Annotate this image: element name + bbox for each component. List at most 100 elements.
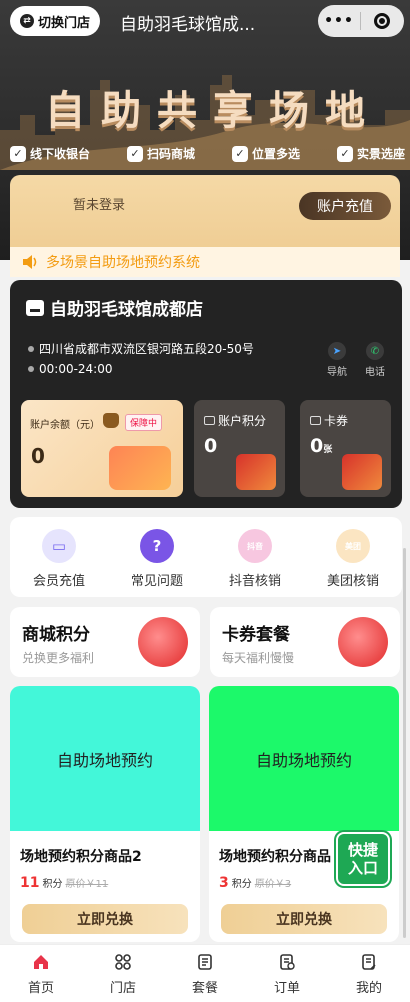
scrollbar[interactable] (403, 548, 406, 938)
target-close-icon[interactable] (361, 13, 403, 29)
promo-title: 商城积分 (22, 625, 90, 645)
points-price: 11 (20, 875, 40, 891)
points-label: 账户积分 (204, 412, 266, 429)
coupons-label-text: 卡券 (324, 414, 349, 428)
check-icon: ✓ (336, 145, 353, 162)
meituan-icon: 美团 (336, 529, 370, 563)
redeem-button[interactable]: 立即兑换 (22, 904, 188, 934)
navigate-button[interactable]: ➤ 导航 (322, 342, 352, 378)
original-price: 原价￥3 (254, 879, 292, 890)
tab-profile-doc[interactable]: 我的 (328, 945, 410, 1002)
tab-label: 我的 (355, 981, 382, 996)
red-packet-image (138, 617, 188, 667)
points-price: 3 (219, 875, 229, 891)
feature-item: ✓ 扫码商城 (126, 145, 195, 162)
tab-store-grid[interactable]: 门店 (82, 945, 164, 1002)
quick-action-item[interactable]: 美团 美团核销 (304, 517, 402, 597)
check-icon: ✓ (126, 145, 143, 162)
clock-dot-icon (28, 366, 34, 372)
balance-card[interactable]: 账户余额（元） 保障中 0 (21, 400, 183, 497)
navigate-label: 导航 (327, 367, 347, 378)
product-banner: 自助场地预约 (10, 686, 200, 831)
quick-entry-line2: 入口 (347, 859, 378, 877)
coupon-icon (310, 416, 321, 425)
quick-action-item[interactable]: ? 常见问题 (108, 517, 206, 597)
store-address-text: 四川省成都市双流区银河路五段20-50号 (39, 342, 254, 356)
redeem-button[interactable]: 立即兑换 (221, 904, 387, 934)
feature-label: 扫码商城 (146, 147, 195, 161)
shop-icon (26, 299, 44, 316)
package-list-icon (196, 953, 214, 971)
quick-entry-line1: 快捷 (347, 841, 378, 859)
store-hours-text: 00:00-24:00 (39, 362, 113, 376)
tab-label: 订单 (273, 981, 300, 996)
page-title: 自助羽毛球馆成... (120, 15, 256, 35)
feature-label: 实景选座 (356, 147, 405, 161)
quick-action-label: 抖音核销 (228, 574, 281, 589)
phone-label: 电话 (365, 367, 385, 378)
quick-action-item[interactable]: ▭ 会员充值 (10, 517, 108, 597)
product-banner: 自助场地预约 (209, 686, 399, 831)
check-icon: ✓ (10, 145, 26, 162)
tab-home[interactable]: 首页 (0, 945, 82, 1002)
original-price: 原价￥11 (65, 879, 109, 890)
bottom-tab-bar: 首页 门店 套餐 订单 我的 (0, 944, 410, 1002)
coupon-package-promo[interactable]: 卡券套餐 每天福利慢慢 (210, 607, 400, 677)
coupons-count: 0 (310, 435, 324, 457)
phone-icon: ✆ (366, 342, 384, 360)
gift-image (342, 454, 382, 490)
points-icon (204, 416, 215, 425)
store-address: 四川省成都市双流区银河路五段20-50号 (28, 340, 254, 357)
more-dots-icon[interactable]: ••• (318, 13, 360, 29)
protected-badge: 保障中 (125, 414, 163, 431)
money-bag-icon (103, 413, 119, 428)
quick-actions: ▭ 会员充值? 常见问题 抖音 抖音核销 美团美团核销 (10, 517, 402, 597)
product-name: 场地预约积分商品 (219, 849, 331, 865)
login-status[interactable]: 暂未登录 (73, 194, 125, 213)
tab-package-list[interactable]: 套餐 (164, 945, 246, 1002)
quick-entry-button[interactable]: 快捷 入口 (336, 832, 390, 886)
coupons-value: 0张 (310, 435, 332, 457)
product-card[interactable]: 自助场地预约 场地预约积分商品2 11 积分 原价￥11 立即兑换 (10, 686, 200, 942)
feature-label: 线下收银台 (30, 147, 91, 161)
gift-box-image (109, 446, 171, 490)
feature-item: ✓ 线下收银台 (10, 145, 90, 162)
points-card[interactable]: 账户积分 0 (194, 400, 285, 497)
product-card[interactable]: 自助场地预约 场地预约积分商品 3 积分 原价￥3 立即兑换 (209, 686, 399, 942)
member-card-icon: ▭ (42, 529, 76, 563)
promo-subtitle: 兑换更多福利 (22, 651, 95, 665)
order-doc-icon (278, 953, 296, 971)
product-price: 3 积分 原价￥3 (219, 875, 291, 891)
tab-label: 首页 (27, 981, 54, 996)
profile-doc-icon (360, 953, 378, 971)
coupons-unit: 张 (323, 445, 333, 455)
tab-order-doc[interactable]: 订单 (246, 945, 328, 1002)
promo-title: 卡券套餐 (222, 625, 290, 645)
account-recharge-button[interactable]: 账户充值 (299, 192, 391, 220)
mall-points-promo[interactable]: 商城积分 兑换更多福利 (10, 607, 200, 677)
member-card: 暂未登录 账户充值 (10, 175, 400, 250)
store-name: 自助羽毛球馆成都店 (26, 295, 203, 320)
navigate-icon: ➤ (328, 342, 346, 360)
gift-bag-image (338, 617, 388, 667)
phone-button[interactable]: ✆ 电话 (360, 342, 390, 378)
switch-icon: ⇄ (19, 14, 34, 28)
store-hours: 00:00-24:00 (28, 362, 113, 376)
store-card: 自助羽毛球馆成都店 四川省成都市双流区银河路五段20-50号 00:00-24:… (10, 280, 402, 508)
points-unit: 积分 (42, 879, 63, 890)
feature-list: ✓ 线下收银台 ✓ 扫码商城 ✓ 位置多选 ✓ 实景选座 (10, 145, 405, 162)
product-name: 场地预约积分商品2 (20, 849, 142, 865)
quick-action-label: 美团核销 (326, 574, 379, 589)
quick-action-label: 常见问题 (130, 574, 183, 589)
switch-store-button[interactable]: ⇄ 切换门店 (10, 6, 100, 36)
balance-value: 0 (31, 444, 45, 468)
coupons-card[interactable]: 卡券 0张 (300, 400, 391, 497)
notice-bar: 多场景自助场地预约系统 (10, 247, 400, 277)
product-price: 11 积分 原价￥11 (20, 875, 108, 891)
store-name-text: 自助羽毛球馆成都店 (50, 300, 203, 320)
hero-title: 自助共享场地 (45, 88, 381, 134)
check-icon: ✓ (231, 145, 248, 162)
feature-item: ✓ 实景选座 (336, 145, 405, 162)
coupons-label: 卡券 (310, 412, 348, 429)
quick-action-item[interactable]: 抖音 抖音核销 (206, 517, 304, 597)
